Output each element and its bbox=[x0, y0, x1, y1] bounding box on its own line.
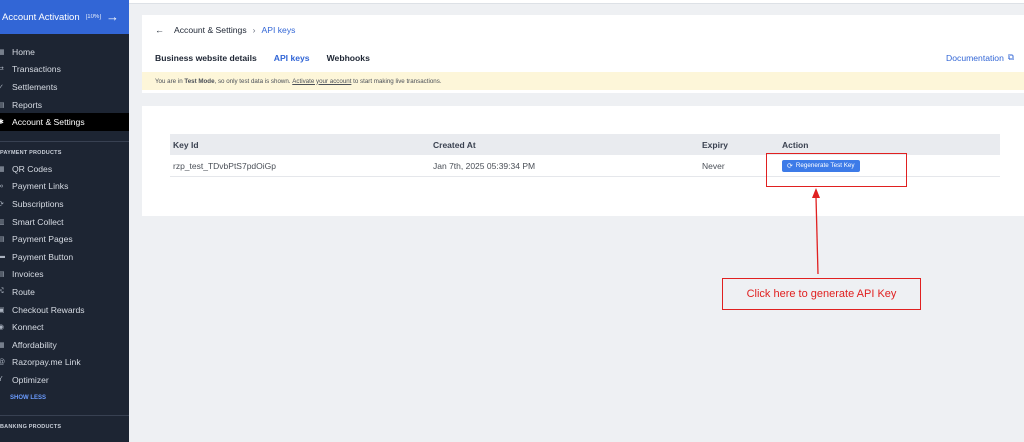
tab-api-keys[interactable]: API keys bbox=[274, 53, 310, 67]
created-at-cell: Jan 7th, 2025 05:39:34 PM bbox=[433, 160, 536, 171]
arrow-right-icon[interactable]: → bbox=[106, 9, 119, 24]
breadcrumb-current: API keys bbox=[261, 25, 296, 35]
column-header-expiry: Expiry bbox=[702, 139, 728, 150]
sidebar-item-route[interactable]: ⤭ Route bbox=[0, 283, 129, 301]
main-nav: ▦ Home ⇄ Transactions ✓ Settlements ▤ Report… bbox=[0, 43, 129, 131]
key-id-cell: rzp_test_TDvbPtS7pdOiGp bbox=[173, 160, 276, 171]
sidebar-item-payment-pages[interactable]: ▤ Payment Pages bbox=[0, 230, 129, 248]
sidebar-item-label: Home bbox=[12, 46, 35, 57]
sidebar-item-qr-codes[interactable]: ▦ QR Codes bbox=[0, 160, 129, 178]
breadcrumb-separator: › bbox=[252, 25, 256, 35]
products-nav: ▦ QR Codes ∞ Payment Links ⟳ Subscriptions … bbox=[0, 160, 129, 389]
table-header: Key Id Created At Expiry Action bbox=[170, 134, 1000, 155]
sidebar-item-checkout-rewards[interactable]: ▣ Checkout Rewards bbox=[0, 301, 129, 319]
sidebar-item-label: Konnect bbox=[12, 322, 44, 333]
back-arrow-icon[interactable]: ← bbox=[155, 25, 164, 35]
breadcrumb-parent[interactable]: Account & Settings bbox=[174, 25, 247, 35]
gear-icon: ✱ bbox=[0, 119, 4, 127]
tab-webhooks[interactable]: Webhooks bbox=[327, 53, 370, 67]
sidebar: Account Activation [10%] → ▦ Home ⇄ Transa… bbox=[0, 0, 129, 442]
sidebar-item-label: Invoices bbox=[12, 269, 44, 280]
bank-icon: ▥ bbox=[0, 218, 5, 226]
sidebar-item-label: Reports bbox=[12, 99, 43, 110]
activation-label: Account Activation bbox=[2, 11, 80, 23]
sidebar-item-label: Subscriptions bbox=[12, 198, 64, 209]
rewards-icon: ▣ bbox=[0, 306, 5, 314]
sidebar-item-label: Razorpay.me Link bbox=[12, 357, 81, 368]
sidebar-item-home[interactable]: ▦ Home bbox=[0, 43, 129, 61]
sidebar-item-optimizer[interactable]: Y Optimizer bbox=[0, 371, 129, 389]
activation-percent: [10%] bbox=[85, 14, 101, 20]
invoice-icon: ▤ bbox=[0, 271, 5, 279]
sidebar-divider bbox=[0, 140, 129, 142]
sidebar-item-subscriptions[interactable]: ⟳ Subscriptions bbox=[0, 195, 129, 213]
sidebar-item-label: Route bbox=[12, 286, 35, 297]
notice-middle: , so only test data is shown. bbox=[214, 77, 291, 85]
documentation-label: Documentation bbox=[946, 52, 1004, 63]
column-header-action: Action bbox=[782, 139, 809, 150]
notice-mode: Test Mode bbox=[184, 77, 215, 85]
sidebar-item-reports[interactable]: ▤ Reports bbox=[0, 96, 129, 114]
home-icon: ▦ bbox=[0, 48, 5, 56]
sidebar-item-settlements[interactable]: ✓ Settlements bbox=[0, 78, 129, 96]
notice-suffix: to start making live transactions. bbox=[353, 77, 442, 85]
test-mode-notice: You are in Test Mode, so only test data … bbox=[142, 72, 1024, 90]
external-link-icon: ⧉ bbox=[1007, 52, 1014, 62]
sidebar-item-label: Payment Pages bbox=[12, 234, 73, 245]
notice-prefix: You are in bbox=[155, 77, 183, 85]
settings-tabs: Business website details API keys Webhoo… bbox=[155, 53, 370, 67]
optimizer-icon: Y bbox=[0, 376, 3, 384]
sidebar-item-label: Account & Settings bbox=[12, 117, 85, 128]
sidebar-item-label: Payment Button bbox=[12, 251, 74, 262]
sidebar-item-label: Transactions bbox=[12, 64, 61, 75]
sidebar-item-payment-button[interactable]: ▬ Payment Button bbox=[0, 248, 129, 266]
sidebar-item-account-settings[interactable]: ✱ Account & Settings bbox=[0, 113, 129, 131]
link-icon: ∞ bbox=[0, 182, 3, 190]
sidebar-item-payment-links[interactable]: ∞ Payment Links bbox=[0, 178, 129, 196]
sidebar-item-label: Smart Collect bbox=[12, 216, 64, 227]
sidebar-item-invoices[interactable]: ▤ Invoices bbox=[0, 266, 129, 284]
account-activation-banner[interactable]: Account Activation [10%] → bbox=[0, 0, 129, 34]
pages-icon: ▤ bbox=[0, 236, 5, 244]
at-icon: @ bbox=[0, 359, 10, 366]
sidebar-divider bbox=[0, 414, 129, 416]
button-icon: ▬ bbox=[0, 253, 5, 261]
affordability-icon: ▦ bbox=[0, 341, 5, 349]
reports-icon: ▤ bbox=[0, 101, 5, 109]
sidebar-item-razorpay-me-link[interactable]: @Razorpay.me Link bbox=[0, 354, 129, 372]
banking-products-title: BANKING PRODUCTS bbox=[0, 423, 62, 430]
sidebar-item-transactions[interactable]: ⇄ Transactions bbox=[0, 61, 129, 79]
annotation-label: Click here to generate API Key bbox=[722, 278, 921, 310]
sidebar-item-konnect[interactable]: ◉ Konnect bbox=[0, 318, 129, 336]
annotation-highlight-box bbox=[766, 153, 907, 187]
column-header-key-id: Key Id bbox=[173, 139, 199, 150]
sidebar-item-label: Checkout Rewards bbox=[12, 304, 85, 315]
payment-products-title: PAYMENT PRODUCTS bbox=[0, 149, 62, 156]
transactions-icon: ⇄ bbox=[0, 66, 4, 74]
sidebar-item-label: Payment Links bbox=[12, 181, 69, 192]
page-header: ← Account & Settings › API keys Business… bbox=[142, 15, 1024, 93]
subscriptions-icon: ⟳ bbox=[0, 200, 4, 208]
breadcrumb: ← Account & Settings › API keys bbox=[155, 25, 295, 35]
sidebar-item-affordability[interactable]: ▦ Affordability bbox=[0, 336, 129, 354]
konnect-icon: ◉ bbox=[0, 324, 5, 332]
qr-code-icon: ▦ bbox=[0, 165, 5, 173]
show-less-link[interactable]: SHOW LESS bbox=[0, 395, 129, 401]
sidebar-item-label: Optimizer bbox=[12, 374, 49, 385]
sidebar-item-smart-collect[interactable]: ▥ Smart Collect bbox=[0, 213, 129, 231]
sidebar-item-label: Settlements bbox=[12, 81, 58, 92]
activate-account-link[interactable]: Activate your account bbox=[292, 78, 351, 85]
sidebar-item-label: Affordability bbox=[12, 339, 57, 350]
column-header-created-at: Created At bbox=[433, 139, 476, 150]
documentation-link[interactable]: Documentation ⧉ bbox=[946, 52, 1014, 63]
tab-business-website-details[interactable]: Business website details bbox=[155, 53, 257, 67]
top-bar bbox=[129, 0, 1024, 4]
sidebar-item-label: QR Codes bbox=[12, 163, 53, 174]
route-icon: ⤭ bbox=[0, 287, 4, 295]
settlements-icon: ✓ bbox=[0, 83, 4, 91]
